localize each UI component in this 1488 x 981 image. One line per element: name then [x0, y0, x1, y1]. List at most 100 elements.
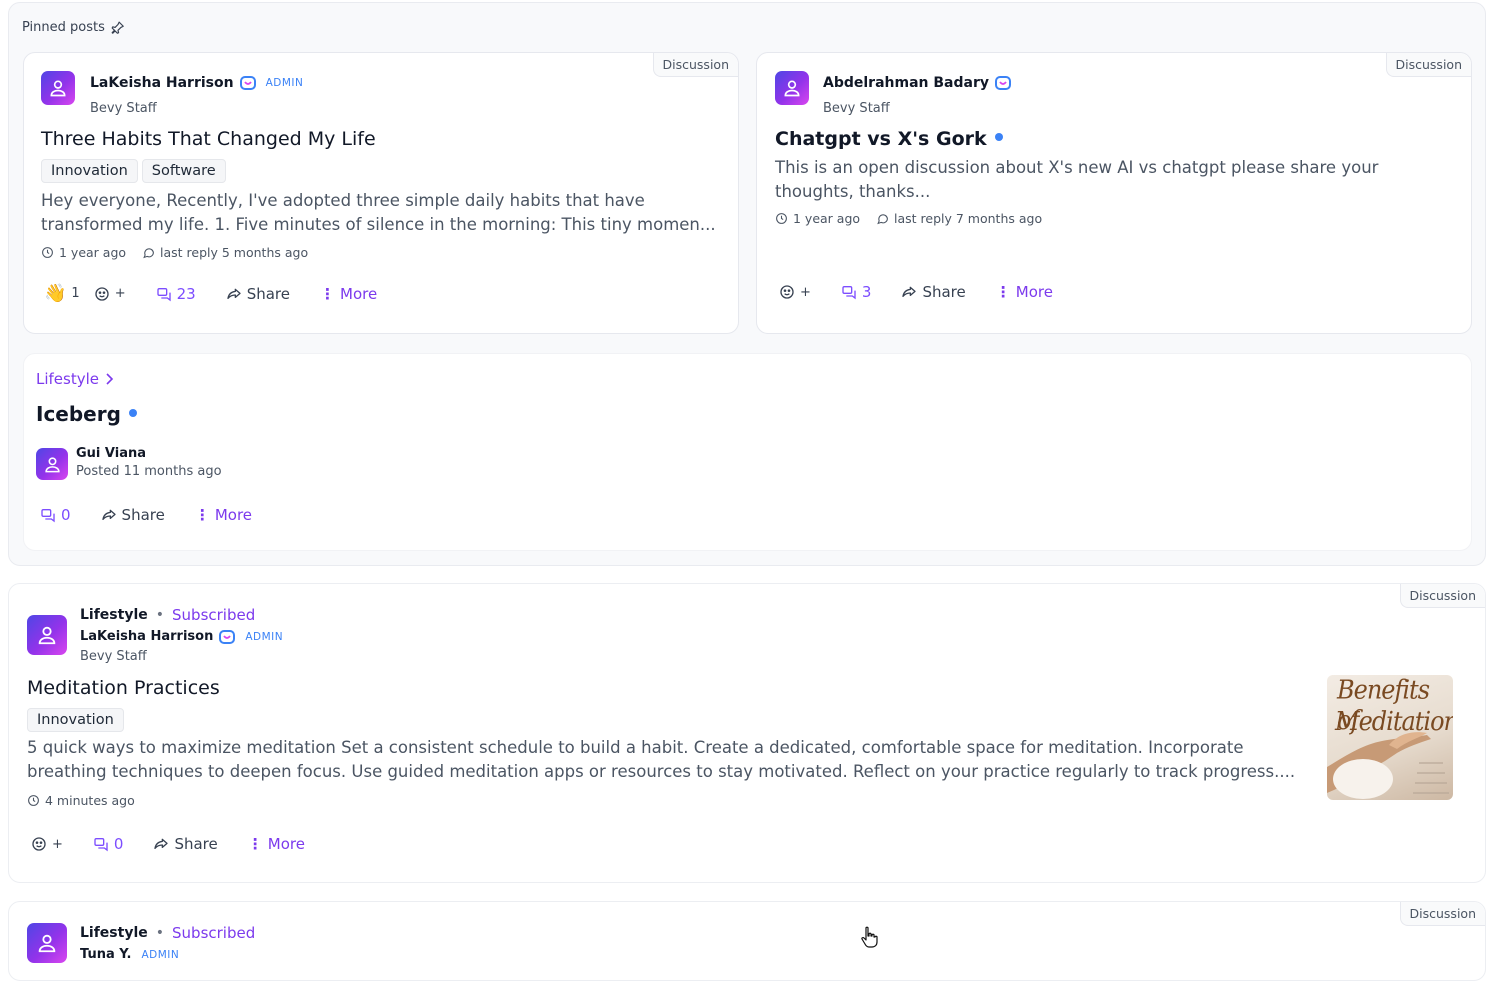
comments-button[interactable]: 0 — [40, 506, 71, 524]
add-reaction-button[interactable]: + — [779, 284, 811, 300]
add-reaction-button[interactable]: + — [31, 836, 63, 852]
more-button[interactable]: ⋮ More — [996, 283, 1053, 301]
post-excerpt[interactable]: 5 quick ways to maximize meditation Set … — [27, 736, 1297, 784]
comment-count: 0 — [61, 506, 71, 524]
post-excerpt[interactable]: Hey everyone, Recently, I've adopted thr… — [41, 189, 731, 237]
subscribed-status[interactable]: Subscribed — [172, 924, 255, 942]
avatar[interactable] — [27, 615, 67, 655]
vertical-dots-icon: ⋮ — [194, 506, 210, 524]
author-name[interactable]: Tuna Y. — [80, 947, 131, 962]
comments-button[interactable]: 3 — [841, 283, 872, 301]
author-role: Bevy Staff — [823, 101, 890, 116]
last-reply: last reply 7 months ago — [894, 211, 1043, 226]
avatar[interactable] — [27, 923, 67, 963]
post-excerpt[interactable]: This is an open discussion about X's new… — [775, 156, 1395, 204]
comments-button[interactable]: 23 — [156, 285, 196, 303]
admin-tag: ADMIN — [265, 77, 304, 89]
comment-bubble-icon — [877, 214, 888, 225]
share-label: Share — [174, 835, 218, 853]
pinned-post-card[interactable]: Discussion LaKeisha Harrison ADMIN Bevy … — [23, 52, 739, 334]
feed-post-card[interactable]: Discussion Lifestyle • Subscribed Tuna Y… — [8, 901, 1486, 981]
pinned-post-card[interactable]: Discussion Abdelrahman Badary Bevy Staff… — [756, 52, 1472, 334]
admin-tag: ADMIN — [141, 948, 180, 961]
unread-dot — [994, 132, 1003, 141]
posted-time: Posted 11 months ago — [76, 464, 222, 479]
user-icon — [784, 80, 800, 97]
category-line: Lifestyle • Subscribed — [80, 606, 255, 624]
share-button[interactable]: Share — [101, 506, 165, 524]
share-button[interactable]: Share — [901, 283, 966, 301]
post-title[interactable]: Chatgpt vs X's Gork — [775, 128, 1003, 150]
verified-badge-icon — [994, 76, 1011, 90]
comment-count: 23 — [176, 284, 196, 303]
feed-post-card[interactable]: Discussion Lifestyle • Subscribed LaKeis… — [8, 583, 1486, 883]
author-name[interactable]: Gui Viana — [76, 446, 146, 461]
pin-icon — [111, 21, 124, 34]
discussion-badge: Discussion — [1399, 902, 1485, 926]
user-icon — [38, 626, 56, 645]
tag-innovation[interactable]: Innovation — [41, 159, 138, 183]
smiley-icon — [95, 286, 109, 301]
share-button[interactable]: Share — [153, 835, 218, 853]
last-reply: last reply 5 months ago — [160, 245, 309, 260]
more-label: More — [1015, 283, 1053, 301]
share-button[interactable]: Share — [226, 285, 290, 303]
avatar[interactable] — [41, 71, 75, 105]
share-arrow-icon — [227, 288, 241, 299]
unread-dot — [128, 408, 137, 417]
smiley-icon — [780, 285, 794, 299]
verified-badge-icon — [219, 629, 236, 644]
category-name[interactable]: Lifestyle — [80, 607, 148, 623]
add-reaction-button[interactable]: + — [94, 286, 126, 302]
avatar[interactable] — [36, 448, 68, 480]
post-title[interactable]: Three Habits That Changed My Life — [41, 128, 376, 150]
more-label: More — [267, 835, 305, 853]
comment-count: 0 — [113, 835, 124, 853]
more-label: More — [214, 506, 253, 524]
post-time: 1 year ago — [793, 211, 861, 226]
author-name[interactable]: LaKeisha Harrison — [90, 75, 234, 91]
comment-count: 3 — [861, 283, 872, 301]
post-thumbnail[interactable]: Benefits of Meditation — [1327, 675, 1453, 800]
category-line: Lifestyle • Subscribed — [80, 924, 255, 942]
tag-innovation[interactable]: Innovation — [27, 708, 124, 732]
verified-badge-icon — [239, 76, 256, 90]
author-name[interactable]: Abdelrahman Badary — [823, 75, 989, 91]
comments-icon — [842, 286, 856, 300]
author-role: Bevy Staff — [80, 649, 147, 664]
pinned-post-card-wide[interactable]: Lifestyle Iceberg Gui Viana Posted 11 mo… — [23, 353, 1472, 551]
comments-icon — [94, 838, 108, 852]
share-arrow-icon — [101, 509, 116, 520]
user-icon — [38, 934, 56, 953]
comments-icon — [156, 287, 171, 301]
pinned-posts-header: Pinned posts — [22, 20, 125, 35]
clap-reaction[interactable]: 👋 1 — [44, 283, 80, 304]
tag-software[interactable]: Software — [141, 159, 226, 183]
more-button[interactable]: ⋮ More — [320, 285, 377, 303]
avatar[interactable] — [775, 71, 809, 105]
user-icon — [44, 456, 60, 472]
post-title[interactable]: Meditation Practices — [27, 677, 220, 699]
author-role: Bevy Staff — [90, 101, 157, 116]
share-arrow-icon — [154, 838, 169, 849]
post-title[interactable]: Iceberg — [36, 402, 137, 426]
vertical-dots-icon: ⋮ — [247, 835, 263, 853]
clock-icon — [42, 247, 53, 258]
category-name[interactable]: Lifestyle — [80, 925, 148, 941]
user-icon — [50, 80, 66, 97]
add-reaction-plus: + — [52, 836, 63, 852]
share-label: Share — [121, 506, 165, 524]
share-label: Share — [246, 284, 290, 303]
comments-button[interactable]: 0 — [93, 835, 124, 853]
category-label: Lifestyle — [36, 370, 100, 388]
hand-cursor-icon — [861, 926, 878, 948]
author-name[interactable]: LaKeisha Harrison — [80, 629, 213, 644]
subscribed-status[interactable]: Subscribed — [172, 606, 255, 624]
more-button[interactable]: ⋮ More — [248, 835, 305, 853]
more-button[interactable]: ⋮ More — [195, 506, 252, 524]
clock-icon — [776, 213, 787, 224]
more-label: More — [340, 284, 378, 303]
share-arrow-icon — [902, 286, 917, 297]
comment-bubble-icon — [143, 248, 154, 259]
category-breadcrumb[interactable]: Lifestyle — [36, 370, 114, 388]
